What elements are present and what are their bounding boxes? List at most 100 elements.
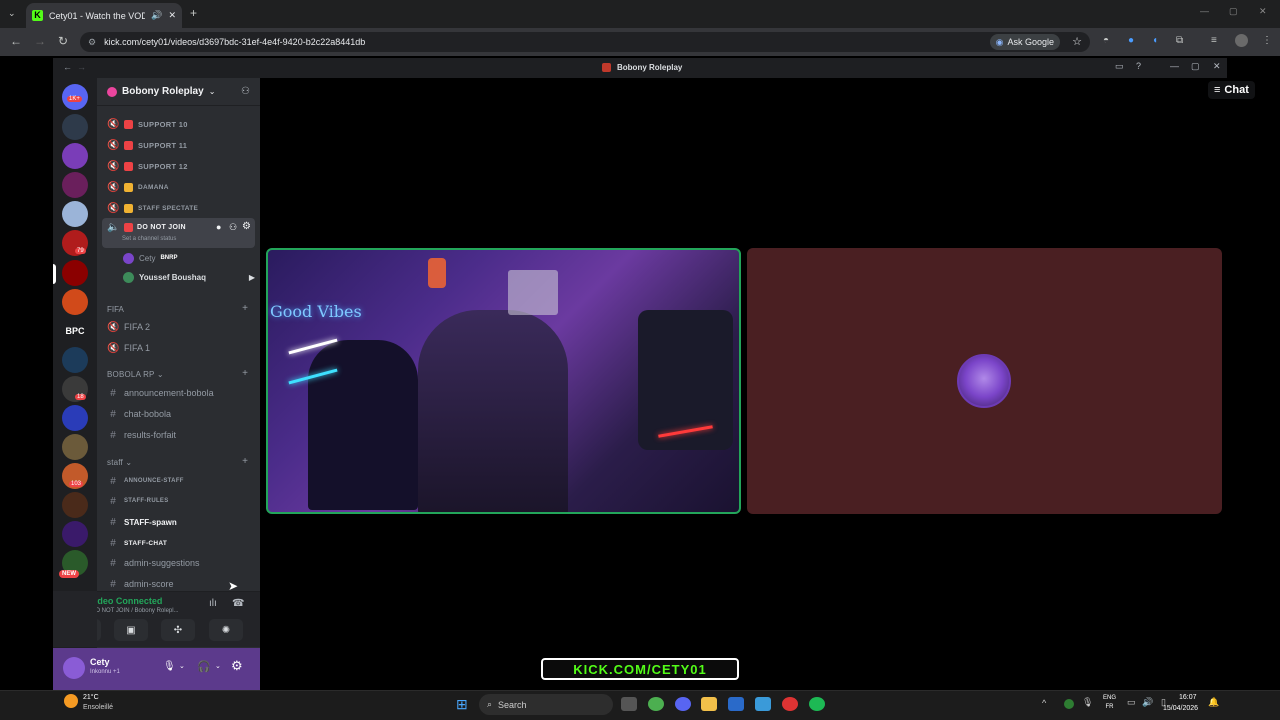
bookmark-star-icon[interactable]: ☆: [1072, 35, 1082, 48]
voice-member[interactable]: Cety BNRP: [123, 250, 253, 266]
voice-channel-support-11[interactable]: 🔇 SUPPORT 11: [107, 136, 187, 154]
extension-icon[interactable]: ◓: [1103, 35, 1109, 46]
taskbar-search[interactable]: ⌕ Search: [479, 694, 613, 715]
clock-date[interactable]: 15/04/2026: [1163, 705, 1198, 712]
add-channel-icon[interactable]: +: [242, 368, 248, 379]
tab-close-icon[interactable]: ✕: [168, 10, 176, 21]
profile-avatar[interactable]: [1235, 34, 1248, 47]
audio-extension-icon[interactable]: ◖: [1152, 35, 1158, 46]
chat-bubble-icon[interactable]: ●: [216, 222, 221, 232]
chevron-down-icon[interactable]: ⌄: [179, 662, 185, 670]
user-avatar[interactable]: [63, 657, 85, 679]
text-channel[interactable]: # chat-bobola: [107, 405, 171, 423]
media-icon[interactable]: ≡: [1211, 35, 1217, 46]
windows-start-icon[interactable]: ⊞: [456, 696, 468, 713]
chevron-down-icon[interactable]: ⌄: [215, 662, 221, 670]
tray-chevron-icon[interactable]: ^: [1042, 698, 1046, 708]
tray-app-icon[interactable]: [1064, 699, 1074, 709]
voice-channel-support-10[interactable]: 🔇 SUPPORT 10: [107, 115, 188, 133]
network-icon[interactable]: ▭: [1127, 697, 1136, 708]
voice-channel-damana[interactable]: 🔇 DAMANA: [107, 178, 169, 196]
reload-icon[interactable]: ↻: [58, 34, 68, 48]
server-icon[interactable]: [62, 405, 88, 431]
chat-button[interactable]: ≡ Chat: [1208, 81, 1255, 99]
file-explorer-icon[interactable]: [701, 697, 717, 711]
video-tile-cety[interactable]: Good Vibes: [266, 248, 741, 514]
text-channel[interactable]: # announcement-bobola: [107, 384, 213, 402]
discord-maximize-icon[interactable]: ▢: [1191, 61, 1200, 72]
volume-icon[interactable]: 🔊: [1142, 697, 1153, 708]
app-icon[interactable]: [728, 697, 744, 711]
text-channel-unread[interactable]: # STAFF-CHAT: [107, 534, 167, 552]
activities-button[interactable]: ✣: [161, 619, 195, 641]
noise-suppression-icon[interactable]: ılı: [209, 598, 217, 609]
fifa-category[interactable]: FIFA: [107, 300, 124, 318]
discord-close-icon[interactable]: ✕: [1213, 61, 1221, 72]
invite-icon[interactable]: ⚇: [241, 86, 250, 97]
tab-list-icon[interactable]: ⌄: [8, 8, 16, 19]
disconnect-icon[interactable]: ☎: [232, 598, 244, 609]
forward-icon[interactable]: →: [34, 34, 46, 48]
ask-google-button[interactable]: ◉ Ask Google: [989, 34, 1060, 50]
back-arrow-icon[interactable]: ←: [63, 62, 72, 72]
add-channel-icon[interactable]: +: [242, 456, 248, 467]
server-icon[interactable]: [62, 201, 88, 227]
server-header[interactable]: Bobony Roleplay ⌄ ⚇: [97, 78, 260, 106]
help-icon[interactable]: ?: [1136, 61, 1141, 71]
add-channel-icon[interactable]: +: [242, 303, 248, 314]
minimize-icon[interactable]: —: [1200, 6, 1209, 16]
clock-time[interactable]: 16:07: [1179, 694, 1197, 701]
voice-channel-do-not-join[interactable]: 🔈 DO NOT JOIN Set a channel status ● ⚇ ⚙: [102, 218, 255, 248]
server-icon[interactable]: [62, 143, 88, 169]
discord-minimize-icon[interactable]: —: [1170, 61, 1179, 71]
puzzle-icon[interactable]: ⧉: [1176, 35, 1183, 46]
text-channel-unread[interactable]: # STAFF-spawn: [107, 513, 177, 531]
app-icon[interactable]: [782, 697, 798, 711]
server-icon[interactable]: [62, 289, 88, 315]
server-icon[interactable]: [62, 114, 88, 140]
browser-tab[interactable]: K Cety01 - Watch the VOD o 🔊 ✕: [26, 3, 182, 28]
server-icon-bobony[interactable]: [62, 260, 88, 286]
screen-share-button[interactable]: ▣: [114, 619, 148, 641]
address-bar[interactable]: ⚙ kick.com/cety01/videos/d3697bdc-31ef-4…: [80, 32, 1090, 52]
server-icon[interactable]: [62, 172, 88, 198]
soundboard-button[interactable]: ✺: [209, 619, 243, 641]
forward-arrow-icon[interactable]: →: [77, 62, 86, 72]
window-close-icon[interactable]: ✕: [1259, 6, 1267, 17]
gear-icon[interactable]: ⚙: [242, 221, 251, 232]
language-indicator[interactable]: ENG FR: [1103, 694, 1116, 712]
voice-channel-fifa-2[interactable]: 🔇 FIFA 2: [107, 318, 150, 336]
back-icon[interactable]: ←: [10, 34, 22, 48]
channel-status[interactable]: Set a channel status: [122, 236, 176, 242]
site-info-icon[interactable]: ⚙: [88, 37, 96, 48]
app-icon[interactable]: [755, 697, 771, 711]
new-tab-icon[interactable]: +: [190, 6, 197, 20]
weather-icon[interactable]: [64, 694, 78, 708]
audio-icon[interactable]: 🔊: [151, 10, 162, 21]
server-icon[interactable]: [62, 347, 88, 373]
spotify-icon[interactable]: [809, 697, 825, 711]
voice-channel-support-12[interactable]: 🔇 SUPPORT 12: [107, 157, 188, 175]
microphone-icon[interactable]: 🎙: [163, 661, 176, 672]
server-icon-bpc[interactable]: BPC: [62, 318, 88, 344]
voice-member[interactable]: Youssef Boushaq ▶: [123, 269, 255, 285]
text-channel[interactable]: # results-forfait: [107, 426, 176, 444]
server-icon[interactable]: [62, 521, 88, 547]
user-settings-gear-icon[interactable]: ⚙: [231, 658, 243, 674]
category-bobola[interactable]: BOBOLA RP ⌄: [107, 370, 164, 379]
text-channel[interactable]: # admin-suggestions: [107, 554, 199, 572]
task-view-icon[interactable]: [621, 697, 637, 711]
menu-icon[interactable]: ⋮: [1262, 35, 1272, 46]
server-icon[interactable]: [62, 492, 88, 518]
chrome-icon[interactable]: [648, 697, 664, 711]
invite-member-icon[interactable]: ⚇: [229, 222, 237, 233]
vpn-icon[interactable]: ●: [1128, 35, 1134, 46]
headset-icon[interactable]: 🎧: [197, 660, 211, 673]
server-icon[interactable]: [62, 434, 88, 460]
voice-channel-fifa-1[interactable]: 🔇 FIFA 1: [107, 339, 150, 357]
voice-channel-staff-spectate[interactable]: 🔇 STAFF SPECTATE: [107, 199, 198, 217]
microphone-tray-icon[interactable]: 🎙: [1082, 697, 1093, 708]
inbox-icon[interactable]: ▭: [1115, 61, 1124, 72]
maximize-icon[interactable]: ▢: [1229, 6, 1238, 17]
category-staff[interactable]: staff ⌄: [107, 458, 132, 467]
